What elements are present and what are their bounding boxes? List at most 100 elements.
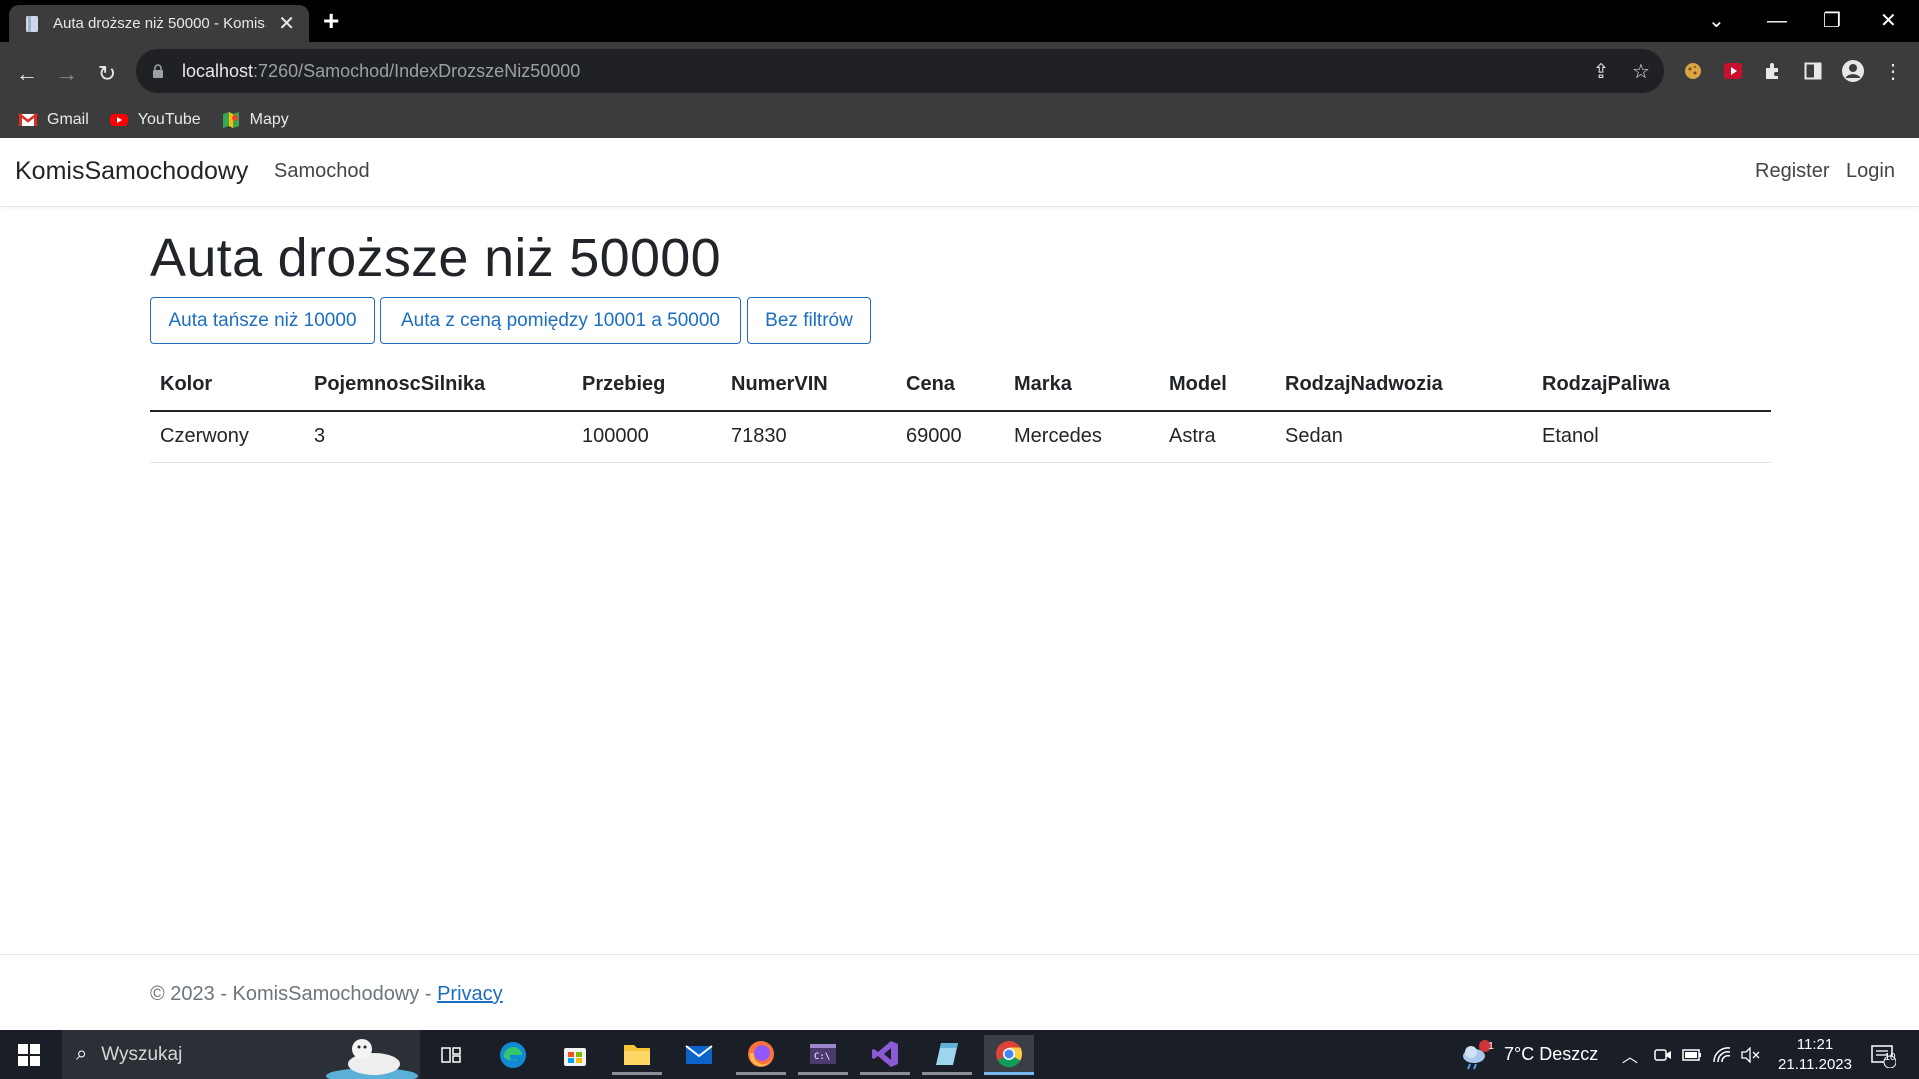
- lock-icon: [153, 64, 163, 78]
- forward-arrow-icon[interactable]: →: [50, 57, 84, 91]
- bookmark-label: Gmail: [47, 111, 89, 128]
- browser-tab-strip: Auta droższe niż 50000 - KomisS ✕ + ⌄ — …: [0, 0, 1919, 42]
- tab-title: Auta droższe niż 50000 - KomisS: [53, 15, 267, 32]
- close-window-button[interactable]: ✕: [1880, 6, 1897, 36]
- new-tab-button[interactable]: +: [323, 6, 339, 36]
- bookmarks-bar: Gmail YouTube Mapy: [0, 102, 309, 138]
- tab-search-chevron-icon[interactable]: ⌄: [1708, 6, 1725, 36]
- mail-icon[interactable]: [674, 1035, 724, 1075]
- windows-taskbar: ⌕ Wyszukaj C:\ 1 7°C Deszcz ︿ 11:21 21.1…: [0, 1030, 1919, 1079]
- visual-studio-icon[interactable]: [860, 1035, 910, 1075]
- taskbar-clock[interactable]: 11:21 21.11.2023: [1770, 1035, 1860, 1075]
- svg-text:C:\: C:\: [814, 1052, 830, 1062]
- notification-count: 10: [1884, 1052, 1896, 1063]
- table-row: Czerwony 3 100000 71830 69000 Mercedes A…: [150, 411, 1771, 463]
- search-icon: ⌕: [76, 1043, 88, 1065]
- clock-date: 21.11.2023: [1778, 1056, 1852, 1073]
- browser-toolbar: ← → ↻ localhost:7260/Samochod/IndexDrozs…: [0, 42, 1919, 138]
- table-cell: Sedan: [1275, 411, 1532, 463]
- table-cell: 3: [304, 411, 572, 463]
- footer-text: © 2023 - KomisSamochodowy - Privacy: [150, 983, 503, 1006]
- volume-muted-icon[interactable]: [1740, 1030, 1760, 1079]
- minimize-button[interactable]: —: [1767, 6, 1787, 36]
- bookmark-mapy[interactable]: Mapy: [221, 111, 289, 129]
- url-host: localhost: [182, 60, 254, 81]
- seal-illustration-icon: [326, 1039, 418, 1079]
- table-cell: Mercedes: [1004, 411, 1159, 463]
- task-view-icon[interactable]: [426, 1035, 476, 1075]
- reload-icon[interactable]: ↻: [90, 57, 124, 91]
- filter-cheaper-button[interactable]: Auta tańsze niż 10000: [150, 297, 375, 344]
- maps-icon: [222, 112, 239, 128]
- bookmark-star-icon[interactable]: ☆: [1630, 61, 1652, 83]
- filter-range-button[interactable]: Auta z ceną pomiędzy 10001 a 50000: [380, 297, 741, 344]
- extensions-puzzle-icon[interactable]: [1760, 58, 1786, 84]
- meet-icon[interactable]: [1654, 1030, 1672, 1079]
- cars-table: Kolor PojemnoscSilnika Przebieg NumerVIN…: [150, 359, 1771, 463]
- terminal-icon[interactable]: C:\: [798, 1035, 848, 1075]
- restore-button[interactable]: ❐: [1823, 6, 1841, 36]
- table-header-row: Kolor PojemnoscSilnika Przebieg NumerVIN…: [150, 359, 1771, 412]
- filter-none-button[interactable]: Bez filtrów: [747, 297, 871, 344]
- bookmark-gmail[interactable]: Gmail: [18, 111, 89, 129]
- wifi-icon[interactable]: [1712, 1030, 1732, 1079]
- weather-text: 7°C Deszcz: [1504, 1044, 1599, 1064]
- address-bar[interactable]: localhost:7260/Samochod/IndexDrozszeNiz5…: [136, 49, 1664, 93]
- video-extension-icon[interactable]: [1720, 58, 1746, 84]
- taskbar-search[interactable]: ⌕ Wyszukaj: [62, 1030, 420, 1079]
- copyright-text: © 2023 - KomisSamochodowy -: [150, 983, 438, 1005]
- column-header: Cena: [896, 359, 1004, 412]
- chrome-icon[interactable]: [984, 1035, 1034, 1075]
- weather-widget[interactable]: 1 7°C Deszcz: [1460, 1030, 1598, 1079]
- menu-kebab-icon[interactable]: ⋮: [1880, 58, 1906, 84]
- page-title: Auta droższe niż 50000: [150, 228, 721, 288]
- column-header: Kolor: [150, 359, 304, 412]
- battery-icon[interactable]: [1682, 1030, 1702, 1079]
- table-cell: 69000: [896, 411, 1004, 463]
- page-icon: [26, 15, 38, 32]
- browser-tab[interactable]: Auta droższe niż 50000 - KomisS ✕: [9, 5, 309, 42]
- site-brand[interactable]: KomisSamochodowy: [15, 157, 248, 186]
- cookie-extension-icon[interactable]: [1680, 58, 1706, 84]
- nav-link-register[interactable]: Register: [1755, 160, 1829, 183]
- bookmark-youtube[interactable]: YouTube: [109, 111, 201, 129]
- weather-badge: 1: [1488, 1041, 1494, 1052]
- table-cell: Astra: [1159, 411, 1275, 463]
- file-explorer-icon[interactable]: [612, 1035, 662, 1075]
- youtube-icon: [109, 114, 128, 126]
- table-cell: 100000: [572, 411, 721, 463]
- bookmark-label: YouTube: [137, 111, 201, 128]
- nav-link-samochod[interactable]: Samochod: [274, 160, 370, 183]
- privacy-link[interactable]: Privacy: [437, 983, 503, 1005]
- table-cell: Czerwony: [150, 411, 304, 463]
- column-header: RodzajNadwozia: [1275, 359, 1532, 412]
- column-header: NumerVIN: [721, 359, 896, 412]
- profile-avatar-icon[interactable]: [1840, 58, 1866, 84]
- search-placeholder: Wyszukaj: [101, 1043, 183, 1065]
- clock-time: 11:21: [1796, 1036, 1834, 1053]
- table-cell: Etanol: [1532, 411, 1771, 463]
- edge-browser-icon[interactable]: [488, 1035, 538, 1075]
- close-tab-icon[interactable]: ✕: [278, 14, 295, 34]
- gmail-icon: [18, 113, 38, 126]
- microsoft-store-icon[interactable]: [550, 1035, 600, 1075]
- site-navbar: KomisSamochodowy Samochod Register Login: [0, 138, 1919, 207]
- column-header: Przebieg: [572, 359, 721, 412]
- url-path: :7260/Samochod/IndexDrozszeNiz50000: [253, 60, 581, 81]
- url-text: localhost:7260/Samochod/IndexDrozszeNiz5…: [182, 61, 580, 82]
- column-header: Marka: [1004, 359, 1159, 412]
- share-icon[interactable]: ⇪: [1590, 61, 1612, 83]
- notepad-icon[interactable]: [922, 1035, 972, 1075]
- tray-chevron-icon[interactable]: ︿: [1622, 1030, 1638, 1079]
- back-arrow-icon[interactable]: ←: [10, 57, 44, 91]
- nav-link-login[interactable]: Login: [1846, 160, 1895, 183]
- column-header: PojemnoscSilnika: [304, 359, 572, 412]
- column-header: RodzajPaliwa: [1532, 359, 1771, 412]
- site-footer: © 2023 - KomisSamochodowy - Privacy: [0, 954, 1919, 1030]
- windows-start-icon[interactable]: [18, 1044, 40, 1066]
- column-header: Model: [1159, 359, 1275, 412]
- bookmark-label: Mapy: [249, 111, 289, 128]
- notification-center-icon[interactable]: 10: [1870, 1030, 1896, 1079]
- firefox-icon[interactable]: [736, 1035, 786, 1075]
- side-panel-icon[interactable]: [1800, 58, 1826, 84]
